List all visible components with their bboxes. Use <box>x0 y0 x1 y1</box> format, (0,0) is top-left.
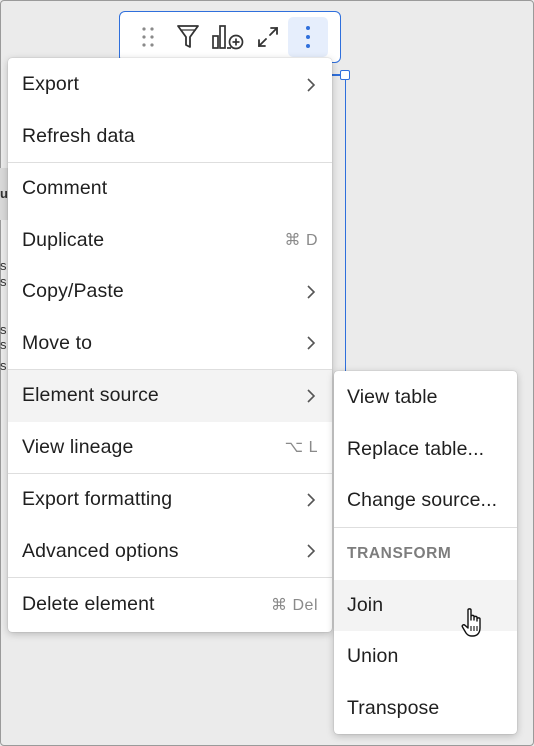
resize-handle[interactable] <box>340 70 350 80</box>
menu-item-label: Export formatting <box>22 488 173 511</box>
menu-item-label: Duplicate <box>22 228 105 251</box>
more-vertical-icon[interactable] <box>288 17 328 57</box>
shortcut-hint: ⌥ L <box>284 439 318 457</box>
menu-item-label: Comment <box>22 177 108 200</box>
submenu-item-label: Change source... <box>347 489 498 512</box>
menu-item-label: Refresh data <box>22 124 135 147</box>
submenu-item-label: Union <box>347 645 399 668</box>
element-source-submenu: View table Replace table... Change sourc… <box>334 371 517 734</box>
menu-item-export[interactable]: Export <box>8 59 332 111</box>
chevron-right-icon <box>306 543 318 559</box>
menu-item-view-lineage[interactable]: View lineage ⌥ L <box>8 422 332 474</box>
chevron-right-icon <box>306 77 318 93</box>
menu-item-copy-paste[interactable]: Copy/Paste <box>8 266 332 318</box>
chevron-right-icon <box>306 492 318 508</box>
menu-item-comment[interactable]: Comment <box>8 163 332 215</box>
submenu-item-label: View table <box>347 386 438 409</box>
menu-item-export-formatting[interactable]: Export formatting <box>8 474 332 526</box>
add-chart-icon[interactable] <box>208 17 248 57</box>
menu-item-refresh-data[interactable]: Refresh data <box>8 111 332 163</box>
submenu-item-join[interactable]: Join <box>334 579 517 631</box>
shortcut-hint: ⌘ D <box>284 232 318 250</box>
menu-item-label: Move to <box>22 331 93 354</box>
filter-icon[interactable] <box>168 17 208 57</box>
expand-icon[interactable] <box>248 17 288 57</box>
submenu-item-transpose[interactable]: Transpose <box>334 683 517 735</box>
submenu-item-change-source[interactable]: Change source... <box>334 475 517 527</box>
submenu-item-replace-table[interactable]: Replace table... <box>334 424 517 476</box>
chevron-right-icon <box>306 335 318 351</box>
submenu-item-label: Replace table... <box>347 437 485 460</box>
background-text-fragment: s <box>0 358 7 373</box>
submenu-item-view-table[interactable]: View table <box>334 372 517 424</box>
background-text-fragment: s <box>0 337 7 352</box>
chevron-right-icon <box>306 284 318 300</box>
menu-item-label: Delete element <box>22 593 155 615</box>
background-text-fragment: s <box>0 322 7 337</box>
submenu-item-label: Join <box>347 593 384 616</box>
menu-item-label: View lineage <box>22 435 134 458</box>
menu-item-advanced-options[interactable]: Advanced options <box>8 526 332 578</box>
background-text-fragment: u <box>0 186 8 201</box>
menu-item-duplicate[interactable]: Duplicate ⌘ D <box>8 215 332 267</box>
shortcut-hint: ⌘ Del <box>271 596 318 614</box>
menu-item-delete-element[interactable]: Delete element ⌘ Del <box>8 578 332 631</box>
drag-handle-icon[interactable] <box>128 17 168 57</box>
menu-item-label: Export <box>22 73 79 96</box>
submenu-item-union[interactable]: Union <box>334 631 517 683</box>
hand-pointer-icon <box>460 607 488 644</box>
menu-item-label: Element source <box>22 384 159 407</box>
element-context-menu: Export Refresh data Comment Duplicate ⌘ … <box>8 58 332 632</box>
transform-section-title: TRANSFORM <box>347 544 452 562</box>
background-text-fragment: s <box>0 258 7 273</box>
menu-item-move-to[interactable]: Move to <box>8 318 332 370</box>
submenu-item-label: Transpose <box>347 696 440 719</box>
menu-item-element-source[interactable]: Element source <box>8 370 332 422</box>
element-toolbar <box>119 11 341 63</box>
menu-item-label: Copy/Paste <box>22 280 124 303</box>
background-text-fragment: s <box>0 274 7 289</box>
chevron-right-icon <box>306 388 318 404</box>
menu-item-label: Advanced options <box>22 539 179 562</box>
